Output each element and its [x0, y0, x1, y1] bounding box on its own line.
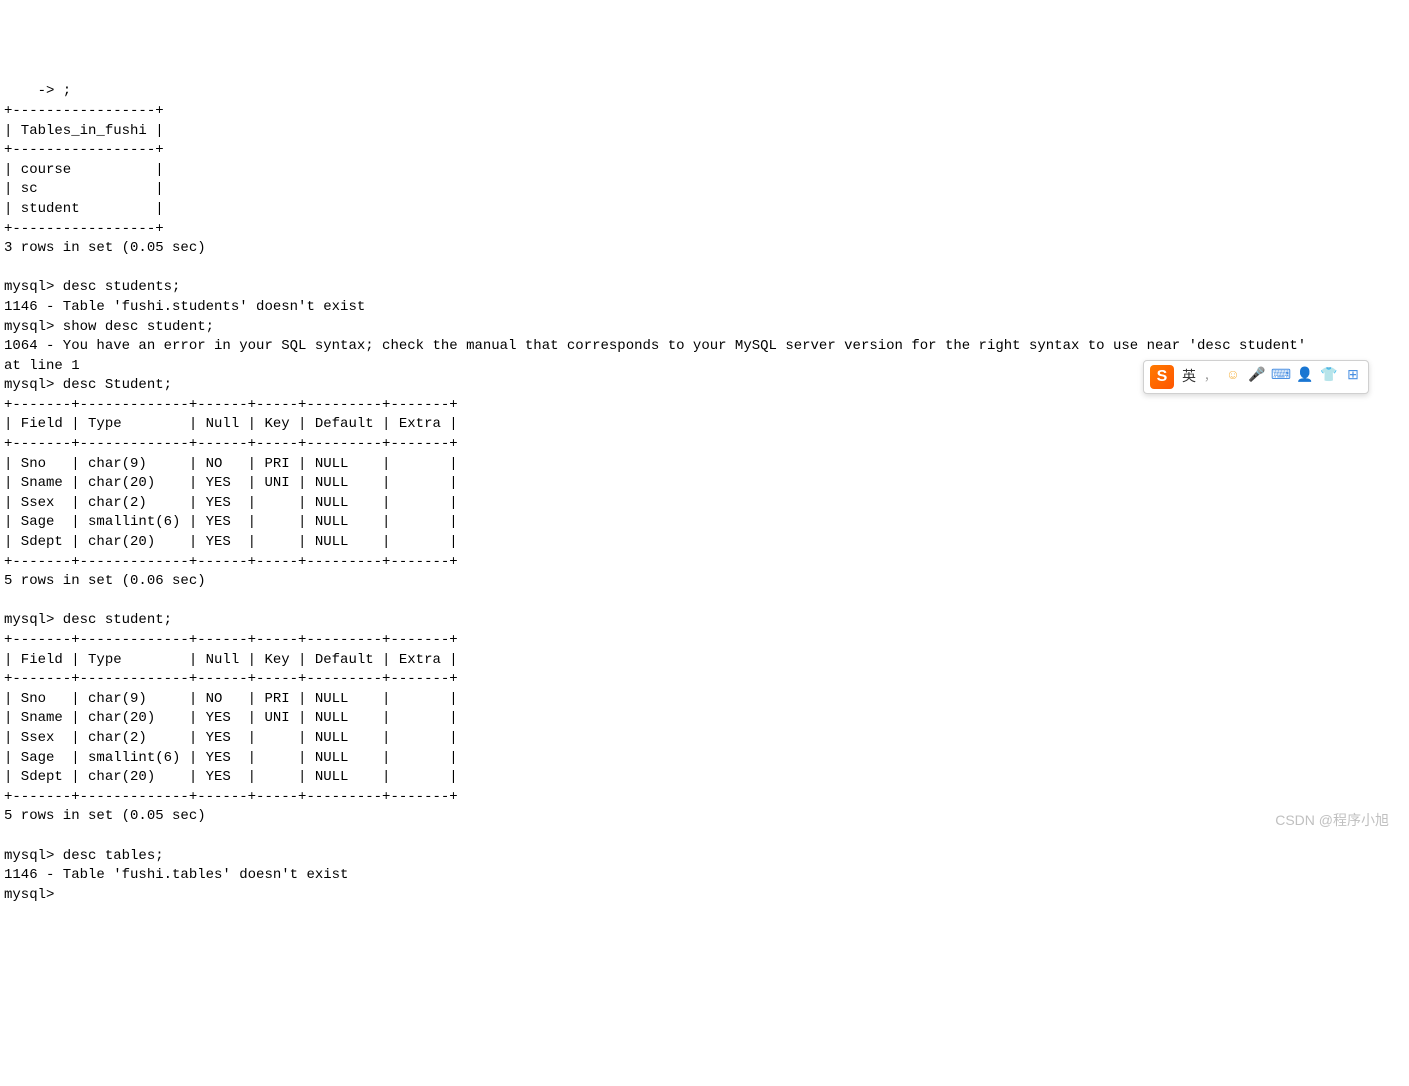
terminal-line: | course | [4, 162, 164, 178]
microphone-icon[interactable]: 🎤 [1248, 368, 1266, 386]
terminal-line: +-------+-------------+------+-----+----… [4, 554, 458, 570]
terminal-line: | student | [4, 201, 164, 217]
terminal-line: | Sname | char(20) | YES | UNI | NULL | … [4, 475, 458, 491]
terminal-line: mysql> show desc student; [4, 319, 214, 335]
terminal-line: | Field | Type | Null | Key | Default | … [4, 416, 458, 432]
terminal-line: | Sdept | char(20) | YES | | NULL | | [4, 534, 458, 550]
sogou-logo-icon[interactable]: S [1150, 365, 1174, 389]
terminal-line: | Ssex | char(2) | YES | | NULL | | [4, 730, 458, 746]
terminal-line: | Ssex | char(2) | YES | | NULL | | [4, 495, 458, 511]
terminal-line: 1064 - You have an error in your SQL syn… [4, 338, 1306, 354]
terminal-line: 1146 - Table 'fushi.tables' doesn't exis… [4, 867, 348, 883]
terminal-line: | sc | [4, 181, 164, 197]
terminal-line: +-------+-------------+------+-----+----… [4, 671, 458, 687]
terminal-line: | Field | Type | Null | Key | Default | … [4, 652, 458, 668]
terminal-line: at line 1 [4, 358, 80, 374]
terminal-line: | Sdept | char(20) | YES | | NULL | | [4, 769, 458, 785]
terminal-line: +-----------------+ [4, 221, 164, 237]
terminal-line: +-----------------+ [4, 142, 164, 158]
ime-language-toggle[interactable]: 英 [1182, 367, 1196, 387]
terminal-line: +-----------------+ [4, 103, 164, 119]
terminal-line: | Tables_in_fushi | [4, 123, 164, 139]
terminal-line: | Sage | smallint(6) | YES | | NULL | | [4, 514, 458, 530]
terminal-line: -> ; [4, 83, 71, 99]
terminal-line: +-------+-------------+------+-----+----… [4, 632, 458, 648]
terminal-line: | Sno | char(9) | NO | PRI | NULL | | [4, 691, 458, 707]
terminal-line: mysql> desc Student; [4, 377, 172, 393]
ime-punct-icon[interactable]: ， [1204, 369, 1216, 386]
terminal-line: 5 rows in set (0.05 sec) [4, 808, 206, 824]
terminal-line: | Sname | char(20) | YES | UNI | NULL | … [4, 710, 458, 726]
skin-icon[interactable]: 👕 [1320, 368, 1338, 386]
ime-toolbar[interactable]: S 英 ， ☺ 🎤 ⌨ 👤 👕 ⊞ [1143, 360, 1369, 394]
terminal-line: 3 rows in set (0.05 sec) [4, 240, 206, 256]
terminal-line: | Sno | char(9) | NO | PRI | NULL | | [4, 456, 458, 472]
csdn-watermark: CSDN @程序小旭 [1275, 811, 1389, 831]
emoji-icon[interactable]: ☺ [1224, 368, 1242, 386]
terminal-output: -> ; +-----------------+ | Tables_in_fus… [4, 82, 1405, 905]
terminal-prompt[interactable]: mysql> [4, 887, 54, 903]
terminal-line: 5 rows in set (0.06 sec) [4, 573, 206, 589]
terminal-line: +-------+-------------+------+-----+----… [4, 789, 458, 805]
terminal-line: mysql> desc tables; [4, 848, 164, 864]
terminal-line: mysql> desc students; [4, 279, 180, 295]
user-icon[interactable]: 👤 [1296, 368, 1314, 386]
terminal-line: +-------+-------------+------+-----+----… [4, 397, 458, 413]
terminal-line: mysql> desc student; [4, 612, 172, 628]
terminal-line: +-------+-------------+------+-----+----… [4, 436, 458, 452]
terminal-line: | Sage | smallint(6) | YES | | NULL | | [4, 750, 458, 766]
terminal-line: 1146 - Table 'fushi.students' doesn't ex… [4, 299, 365, 315]
toolbox-icon[interactable]: ⊞ [1344, 368, 1362, 386]
keyboard-icon[interactable]: ⌨ [1272, 368, 1290, 386]
